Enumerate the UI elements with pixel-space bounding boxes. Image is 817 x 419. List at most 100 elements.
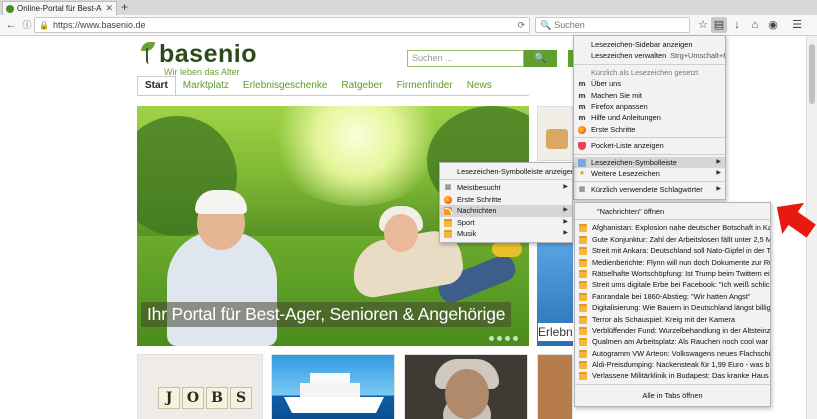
- nav-news[interactable]: News: [460, 77, 499, 95]
- news-item[interactable]: Digitalisierung: Wie Bauern in Deutschla…: [575, 302, 770, 313]
- site-logo[interactable]: basenio Wir leben das Alter: [137, 42, 257, 77]
- news-item[interactable]: Rätselhafte Wortschöpfung: Ist Trump bei…: [575, 268, 770, 279]
- news-item-label: Afghanistan: Explosion nahe deutscher Bo…: [592, 223, 770, 233]
- bookmark-star-icon[interactable]: ☆: [695, 17, 711, 33]
- menu-recent-heading: Kürzlich als Lesezeichen gesetzt: [591, 67, 699, 77]
- browser-search-input[interactable]: [554, 20, 685, 30]
- side-teaser-image[interactable]: [537, 106, 573, 161]
- news-submenu: "Nachrichten" öffnen Afghanistan: Explos…: [574, 202, 771, 407]
- reload-icon[interactable]: ⟳: [517, 20, 525, 31]
- news-item-label: Rätselhafte Wortschöpfung: Ist Trump bei…: [592, 268, 770, 278]
- nav-start[interactable]: Start: [137, 76, 176, 96]
- search-icon: 🔍: [534, 53, 547, 64]
- tab-title: Online-Portal für Best-Ager: [17, 4, 102, 13]
- news-item[interactable]: Terror als Schauspiel: Kreig mit der Kam…: [575, 314, 770, 325]
- menu-item-label: Weitere Lesezeichen: [591, 168, 660, 178]
- browser-search-bar[interactable]: 🔍: [535, 17, 690, 33]
- news-item[interactable]: Streit ums digitale Erbe bei Facebook: "…: [575, 279, 770, 290]
- news-item[interactable]: Verblüffender Fund: Wurzelbehandlung in …: [575, 325, 770, 336]
- nav-firmenfinder[interactable]: Firmenfinder: [390, 77, 460, 95]
- menu-other-bookmarks[interactable]: ★ Weitere Lesezeichen ▶: [574, 168, 725, 179]
- tab-close-icon[interactable]: ✕: [105, 3, 113, 14]
- star-folder-icon: ★: [578, 169, 586, 177]
- news-item[interactable]: Qualmen am Arbeitsplatz: Als Rauchen noc…: [575, 336, 770, 347]
- browser-tab[interactable]: Online-Portal für Best-Ager ✕: [2, 1, 117, 15]
- edge-teaser[interactable]: [537, 354, 573, 419]
- menu-recent-item[interactable]: Erste Schritte: [574, 124, 725, 135]
- menu-recent-tags[interactable]: ▦ Kürzlich verwendete Schlagwörter ▶: [574, 184, 725, 195]
- cruise-teaser[interactable]: [271, 354, 395, 419]
- menu-open-news[interactable]: "Nachrichten" öffnen: [575, 206, 770, 217]
- home-icon[interactable]: ⌂: [747, 17, 763, 33]
- news-item[interactable]: Autogramm VW Arteon: Volkswagens neues F…: [575, 348, 770, 359]
- menu-sport-folder[interactable]: Sport ▶: [440, 217, 572, 228]
- menu-bookmarks-toolbar[interactable]: Lesezeichen-Symbolleiste ▶: [574, 156, 725, 168]
- portrait-teaser[interactable]: [404, 354, 528, 419]
- news-item-label: Autogramm VW Arteon: Volkswagens neues F…: [592, 348, 770, 358]
- submenu-arrow-icon: ▶: [716, 158, 721, 165]
- menu-show-toolbar[interactable]: Lesezeichen-Symbolleiste anzeigen: [440, 166, 572, 177]
- scrollbar-thumb[interactable]: [809, 44, 815, 104]
- side-teaser-label[interactable]: Erlebni: [538, 323, 573, 341]
- menu-show-sidebar[interactable]: Lesezeichen-Sidebar anzeigen: [574, 39, 725, 50]
- feed-folder-icon: [444, 207, 452, 216]
- slider-dots[interactable]: [489, 336, 518, 341]
- m-icon: m: [578, 114, 586, 123]
- news-item[interactable]: Medienberichte: Flynn will nun doch Doku…: [575, 257, 770, 268]
- m-icon: m: [578, 91, 586, 100]
- hero-caption-text: Ihr Portal für Best-Ager, Senioren & Ang…: [147, 304, 506, 324]
- menu-recent-item[interactable]: m Über uns: [574, 78, 725, 89]
- news-item[interactable]: Verlassene Militärklinik in Budapest: Da…: [575, 370, 770, 381]
- site-search-button[interactable]: 🔍: [524, 50, 557, 67]
- news-item[interactable]: Afghanistan: Explosion nahe deutscher Bo…: [575, 222, 770, 233]
- menu-item-label: Sport: [457, 217, 475, 227]
- new-tab-button[interactable]: +: [121, 0, 128, 14]
- download-icon[interactable]: ↓: [729, 17, 745, 33]
- open-all-in-tabs[interactable]: Alle in Tabs öffnen: [575, 383, 770, 406]
- submenu-arrow-icon: ▶: [563, 218, 568, 225]
- menu-recent-item[interactable]: m Machen Sie mit: [574, 90, 725, 101]
- info-icon[interactable]: ⓘ: [19, 17, 35, 33]
- nav-ratgeber[interactable]: Ratgeber: [334, 77, 389, 95]
- site-main-nav: Start Marktplatz Erlebnisgeschenke Ratge…: [137, 76, 499, 96]
- bookmark-page-icon: [579, 247, 587, 256]
- url-text[interactable]: https://www.basenio.de: [53, 20, 513, 30]
- menu-first-steps[interactable]: Erste Schritte: [440, 194, 572, 205]
- jobs-letter: J: [158, 387, 180, 409]
- news-item[interactable]: Fanrandale bei 1860-Abstieg: "Wir hatten…: [575, 291, 770, 302]
- pocket-icon[interactable]: ◉: [765, 17, 781, 33]
- menu-manage-bookmarks[interactable]: Lesezeichen verwalten Strg+Umschalt+B: [574, 50, 725, 61]
- nav-erlebnisgeschenke[interactable]: Erlebnisgeschenke: [236, 77, 335, 95]
- news-item[interactable]: Streit mit Ankara: Deutschland soll Nato…: [575, 245, 770, 256]
- hamburger-menu-icon[interactable]: ☰: [789, 17, 805, 33]
- menu-pocket-list[interactable]: Pocket-Liste anzeigen: [574, 140, 725, 151]
- submenu-arrow-icon: ▶: [716, 169, 721, 176]
- menu-shortcut: Strg+Umschalt+B: [670, 51, 725, 61]
- toolbar-folder-icon: [578, 158, 586, 167]
- menu-most-visited[interactable]: ▦ Meistbesucht ▶: [440, 182, 572, 193]
- news-list: Afghanistan: Explosion nahe deutscher Bo…: [575, 222, 770, 381]
- news-item-label: Medienberichte: Flynn will nun doch Doku…: [592, 257, 770, 267]
- bookmark-page-icon: [579, 315, 587, 324]
- red-arrow-icon: [776, 202, 816, 238]
- back-icon[interactable]: ←: [3, 17, 19, 33]
- site-search-input[interactable]: Suchen ...: [407, 50, 524, 67]
- menu-recent-item[interactable]: m Hilfe und Anleitungen: [574, 112, 725, 123]
- menu-news-folder[interactable]: Nachrichten ▶: [440, 205, 572, 217]
- smart-folder-icon: ▦: [578, 186, 586, 194]
- firefox-icon: [578, 125, 586, 134]
- news-item[interactable]: Aldi-Preisdumping: Nackensteak für 1,99 …: [575, 359, 770, 370]
- smart-folder-icon: ▦: [444, 184, 452, 192]
- url-bar[interactable]: 🔒 https://www.basenio.de ⟳: [34, 17, 530, 33]
- bookmarks-menu-icon[interactable]: ▤: [711, 17, 727, 33]
- menu-recent-item[interactable]: m Firefox anpassen: [574, 101, 725, 112]
- nav-marktplatz[interactable]: Marktplatz: [176, 77, 236, 95]
- tab-bar: Online-Portal für Best-Ager ✕ +: [0, 0, 817, 15]
- nav-divider: [137, 95, 529, 96]
- news-item-label: Digitalisierung: Wie Bauern in Deutschla…: [592, 303, 770, 313]
- submenu-arrow-icon: ▶: [716, 186, 721, 193]
- news-item[interactable]: Gute Konjunktur: Zahl der Arbeitslosen f…: [575, 234, 770, 245]
- jobs-teaser[interactable]: J O B S: [137, 354, 263, 419]
- menu-music-folder[interactable]: Musik ▶: [440, 228, 572, 239]
- hero-caption: Ihr Portal für Best-Ager, Senioren & Ang…: [141, 302, 512, 327]
